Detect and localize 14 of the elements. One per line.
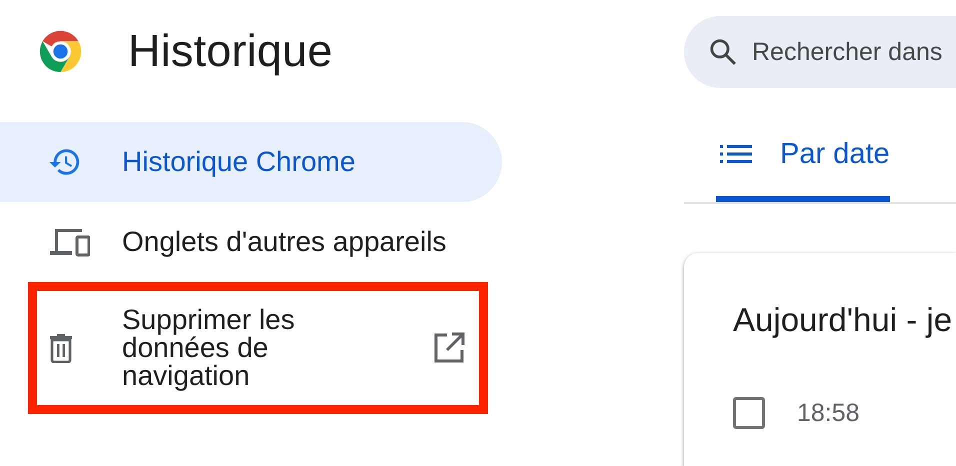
- page-title: Historique: [128, 25, 333, 77]
- sidebar-item[interactable]: Supprimer les données de navigation: [0, 282, 502, 414]
- sidebar-item[interactable]: Onglets d'autres appareils: [0, 202, 502, 282]
- checkbox[interactable]: [733, 397, 765, 429]
- visit-time: 18:58: [797, 398, 860, 428]
- search-field[interactable]: Rechercher dans: [684, 16, 956, 88]
- tab[interactable]: Par date: [716, 120, 890, 202]
- chrome-logo: [38, 28, 83, 74]
- sidebar-item[interactable]: Historique Chrome: [0, 122, 502, 202]
- card-title: Aujourd'hui - je: [733, 301, 954, 339]
- list-icon: [720, 144, 752, 164]
- search-icon: [708, 37, 738, 67]
- trash-icon: [48, 333, 74, 363]
- devices-icon: [48, 227, 90, 257]
